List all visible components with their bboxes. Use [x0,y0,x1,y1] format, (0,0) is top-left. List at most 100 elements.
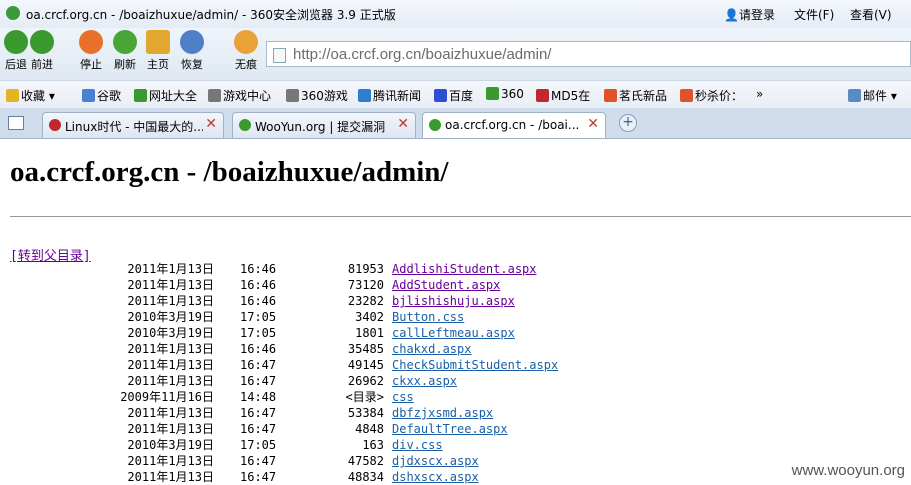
file-date: 2010年3月19日 [127,326,214,340]
forward-button[interactable]: 前进 [29,30,55,72]
file-time: 16:47 [240,454,277,468]
bookmark-tea-products[interactable]: 茗氏新品 [604,87,667,104]
file-size: 35485 [347,342,384,356]
file-date: 2011年1月13日 [127,406,214,420]
file-size: 53384 [347,406,384,420]
file-link[interactable]: ckxx.aspx [392,373,457,389]
bookmark-md5[interactable]: MD5在 [536,87,590,104]
page-icon [273,48,286,63]
file-link[interactable]: div.css [392,437,443,453]
gamepad-icon [286,89,299,102]
window-title: oa.crcf.org.cn - /boaizhuxue/admin/ - 36… [26,8,396,22]
bookmark-360-games[interactable]: 360游戏 [286,87,348,104]
refresh-icon [113,30,137,54]
file-time: 17:05 [240,310,277,324]
file-time: 16:46 [240,262,277,276]
file-link[interactable]: AddStudent.aspx [392,277,500,293]
file-date: 2010年3月19日 [127,438,214,452]
login-menu[interactable]: 👤请登录 [724,6,775,23]
bookmark-site-directory[interactable]: 网址大全 [134,87,197,104]
file-date: 2009年11月16日 [120,390,214,404]
back-arrow-icon [4,30,28,54]
file-link[interactable]: djdxscx.aspx [392,453,479,469]
file-time: 16:46 [240,278,277,292]
bookmark-baidu[interactable]: 百度 [434,87,473,104]
bookmark-google[interactable]: 谷歌 [82,87,121,104]
watermark: www.wooyun.org [791,462,905,479]
title-bar: oa.crcf.org.cn - /boaizhuxue/admin/ - 36… [0,0,911,28]
file-size: 73120 [347,278,384,292]
tab-linux[interactable]: Linux时代 - 中国最大的... ✕ [42,112,224,138]
file-link[interactable]: css [392,389,414,405]
file-link[interactable]: DefaultTree.aspx [392,421,508,437]
directory-icon [134,89,147,102]
bookmark-tencent-news[interactable]: 腾讯新闻 [358,87,421,104]
file-link[interactable]: dbfzjxsmd.aspx [392,405,493,421]
home-icon [146,30,170,54]
favorites-button[interactable]: 收藏 ▾ [6,87,55,104]
address-bar[interactable]: http://oa.crcf.org.cn/boaizhuxue/admin/ [266,41,911,67]
home-button[interactable]: 主页 [145,30,171,72]
file-date: 2011年1月13日 [127,262,214,276]
bookmark-360[interactable]: 360 [486,87,524,101]
site-favicon-icon [429,119,441,131]
file-size: 26962 [347,374,384,388]
back-button[interactable]: 后退 [3,30,29,72]
taobao-icon [680,89,693,102]
file-size: 47582 [347,454,384,468]
file-size: 81953 [347,262,384,276]
bookmarks-bar: 收藏 ▾ 谷歌 网址大全 游戏中心 360游戏 腾讯新闻 百度 360 MD5在… [0,80,911,109]
undo-button[interactable]: 恢复 [179,30,205,72]
mail-button[interactable]: 邮件 ▾ [848,87,897,104]
file-link[interactable]: callLeftmeau.aspx [392,325,515,341]
file-link[interactable]: Button.css [392,309,464,325]
google-icon [82,89,95,102]
file-link[interactable]: AddlishiStudent.aspx [392,261,537,277]
file-date: 2010年3月19日 [127,310,214,324]
md5-icon [536,89,549,102]
bookmark-flash-sale[interactable]: 秒杀价： [680,87,743,104]
file-date: 2011年1月13日 [127,294,214,308]
tab-wooyun[interactable]: WooYun.org | 提交漏洞 ✕ [232,112,416,138]
incognito-button[interactable]: 无痕 [233,30,259,72]
file-link[interactable]: bjlishishuju.aspx [392,293,515,309]
tab-oa-admin[interactable]: oa.crcf.org.cn - /boai... ✕ [422,112,606,138]
file-size: 49145 [347,358,384,372]
file-link[interactable]: chakxd.aspx [392,341,471,357]
file-size: 3402 [355,310,384,324]
close-tab-icon[interactable]: ✕ [587,116,599,132]
file-date: 2011年1月13日 [127,454,214,468]
new-tab-button[interactable]: + [619,114,637,132]
taobao-icon [604,89,617,102]
more-bookmarks-button[interactable]: » [756,87,763,101]
divider [10,216,911,217]
baidu-paw-icon [434,89,447,102]
file-size: 4848 [355,422,384,436]
tencent-icon [358,89,371,102]
file-date: 2011年1月13日 [127,342,214,356]
file-size: 163 [362,438,384,452]
file-time: 17:05 [240,438,277,452]
browser-logo-icon [6,6,20,20]
user-icon: 👤 [724,8,739,22]
file-date: 2011年1月13日 [127,358,214,372]
address-url[interactable]: http://oa.crcf.org.cn/boaizhuxue/admin/ [293,46,551,63]
file-time: 14:48 [240,390,277,404]
parent-directory-link[interactable]: [转到父目录] [10,245,91,264]
page-content: oa.crcf.org.cn - /boaizhuxue/admin/ [转到父… [0,139,911,484]
close-tab-icon[interactable]: ✕ [397,116,409,132]
file-time: 16:46 [240,342,277,356]
stop-button[interactable]: 停止 [78,30,104,72]
star-icon [6,89,19,102]
close-tab-icon[interactable]: ✕ [205,116,217,132]
bookmark-game-center[interactable]: 游戏中心 [208,87,271,104]
mail-icon [848,89,861,102]
file-menu[interactable]: 文件(F) [794,6,834,23]
site-favicon-icon [49,119,61,131]
file-link[interactable]: CheckSubmitStudent.aspx [392,357,558,373]
refresh-button[interactable]: 刷新 [112,30,138,72]
sidebar-toggle-icon[interactable] [8,116,24,130]
view-menu[interactable]: 查看(V) [850,6,892,23]
file-size: 1801 [355,326,384,340]
360-icon [486,87,499,100]
